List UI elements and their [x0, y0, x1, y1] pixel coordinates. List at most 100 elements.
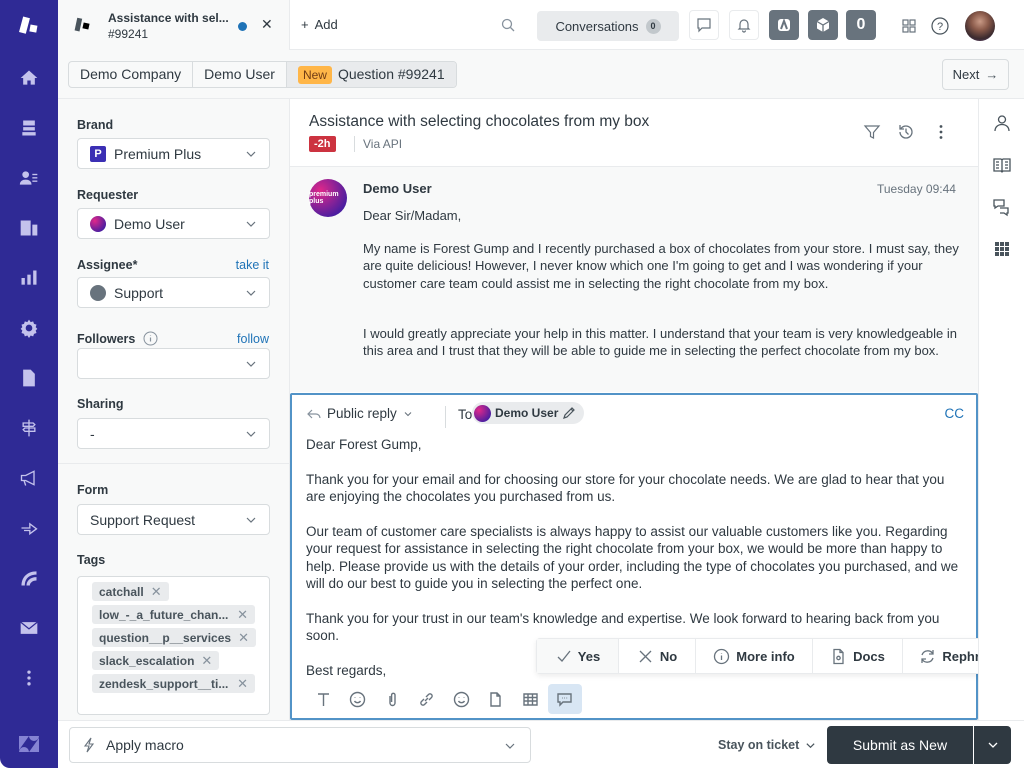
text-format-button[interactable]	[306, 684, 341, 714]
chevron-down-icon	[806, 742, 815, 748]
submit-options-button[interactable]	[974, 726, 1011, 764]
edit-pencil-icon[interactable]	[562, 406, 576, 420]
conversations-count: 0	[645, 18, 661, 34]
docs-button[interactable]: Docs	[813, 639, 903, 673]
assignee-select[interactable]: Support	[77, 277, 270, 308]
close-tab-icon[interactable]: ✕	[261, 16, 273, 33]
sharing-select[interactable]: -	[77, 418, 270, 449]
message-author[interactable]: Demo User	[363, 181, 432, 196]
settings-gear-icon[interactable]	[17, 316, 41, 340]
filter-icon[interactable]	[863, 123, 881, 141]
apply-macro-select[interactable]: Apply macro	[69, 727, 531, 763]
remove-tag-icon[interactable]: ✕	[238, 630, 249, 646]
followers-select[interactable]	[77, 348, 270, 379]
link-button[interactable]	[410, 684, 445, 714]
ticket-footer: Apply macro Stay on ticket Submit as New	[58, 720, 1024, 768]
app-counter-badge[interactable]: 0	[846, 10, 876, 40]
stay-on-ticket-dropdown[interactable]: Stay on ticket	[718, 738, 816, 752]
attach-button[interactable]	[375, 684, 410, 714]
emoji-reaction-button[interactable]	[444, 684, 479, 714]
no-button[interactable]: No	[619, 639, 696, 673]
customers-icon[interactable]	[17, 166, 41, 190]
knowledge-book-icon[interactable]	[992, 155, 1012, 175]
organizations-icon[interactable]	[17, 216, 41, 240]
breadcrumb: Demo Company Demo User New Question #992…	[68, 61, 457, 88]
zendesk-logo-icon[interactable]	[17, 14, 41, 38]
tag: catchall ✕	[92, 582, 169, 601]
remove-tag-icon[interactable]: ✕	[151, 584, 162, 600]
megaphone-icon[interactable]	[17, 466, 41, 490]
talk-signal-icon[interactable]	[17, 566, 41, 590]
help-icon[interactable]: ?	[931, 17, 949, 35]
remove-tag-icon[interactable]: ✕	[237, 607, 248, 623]
info-icon	[714, 648, 730, 664]
requester-select[interactable]: Demo User	[77, 208, 270, 239]
svg-text:?: ?	[937, 21, 943, 33]
ticket-subject[interactable]: Assistance with selecting chocolates fro…	[309, 113, 649, 131]
forward-arrow-icon[interactable]	[17, 516, 41, 540]
reporting-icon[interactable]	[17, 266, 41, 290]
apps-grid-icon[interactable]	[992, 239, 1012, 259]
chevron-down-icon	[246, 517, 256, 523]
primary-nav	[0, 0, 58, 768]
brand-select[interactable]: P Premium Plus	[77, 138, 270, 169]
group-icon	[90, 284, 106, 301]
chat-bubble-icon	[697, 18, 711, 33]
x-icon	[639, 650, 652, 662]
submit-button[interactable]: Submit as New	[827, 726, 973, 764]
home-icon[interactable]	[17, 66, 41, 90]
arrow-right-icon: →	[985, 67, 999, 82]
yes-button[interactable]: Yes	[537, 639, 619, 673]
breadcrumb-ticket[interactable]: New Question #99241	[286, 62, 456, 87]
zendesk-brand-icon	[17, 732, 41, 756]
cc-button[interactable]: CC	[945, 406, 965, 421]
chevron-down-icon	[246, 431, 256, 437]
lightning-icon	[83, 737, 95, 753]
document-icon[interactable]	[17, 366, 41, 390]
more-options-icon[interactable]	[932, 123, 950, 141]
next-ticket-button[interactable]: Next →	[942, 59, 1009, 90]
chat-button[interactable]	[689, 10, 719, 40]
remove-tag-icon[interactable]: ✕	[201, 653, 212, 669]
more-info-button[interactable]: More info	[696, 639, 813, 673]
conversations-button[interactable]: Conversations 0	[537, 11, 679, 41]
take-it-link[interactable]: take it	[236, 258, 269, 272]
breadcrumb-requester[interactable]: Demo User	[193, 62, 287, 87]
customer-context-icon[interactable]	[992, 113, 1012, 133]
signpost-icon[interactable]	[17, 416, 41, 440]
reply-type-dropdown[interactable]: Public reply	[307, 406, 413, 421]
breadcrumb-organization[interactable]: Demo Company	[69, 62, 194, 87]
tags-input[interactable]: catchall ✕ low_-_a_future_chan... ✕ questi…	[77, 576, 270, 715]
history-icon[interactable]	[897, 123, 915, 141]
views-icon[interactable]	[17, 116, 41, 140]
mail-icon[interactable]	[17, 616, 41, 640]
breadcrumb-ticket-label: Question #99241	[337, 66, 445, 82]
form-select[interactable]: Support Request	[77, 504, 270, 535]
search-icon[interactable]	[501, 18, 515, 32]
app-a-button[interactable]	[769, 10, 799, 40]
side-conversations-icon[interactable]	[992, 197, 1012, 217]
notifications-button[interactable]	[729, 10, 759, 40]
paperclip-icon	[389, 692, 396, 706]
recipient-chip[interactable]: Demo User	[472, 402, 585, 424]
app-a-icon	[778, 18, 790, 31]
refresh-icon	[921, 649, 935, 663]
product-tray-icon[interactable]	[902, 19, 916, 33]
chevron-down-icon	[246, 151, 256, 157]
user-avatar[interactable]	[965, 11, 995, 41]
add-tab-button[interactable]: + Add	[301, 17, 338, 32]
remove-tag-icon[interactable]: ✕	[237, 676, 248, 692]
more-apps-icon[interactable]	[17, 666, 41, 690]
ai-assist-button[interactable]	[547, 684, 582, 714]
channel-label: Via API	[354, 136, 402, 152]
knowledge-button[interactable]	[479, 684, 514, 714]
table-button[interactable]	[513, 684, 548, 714]
reply-paragraph: Our team of customer care specialists is…	[306, 524, 959, 592]
reply-paragraph: Thank you for your email and for choosin…	[306, 472, 945, 505]
info-icon[interactable]	[143, 331, 158, 346]
ticket-tab[interactable]: Assistance with sel... #99241 ✕	[58, 0, 290, 50]
follow-link[interactable]: follow	[237, 332, 269, 346]
emoji-button[interactable]	[341, 684, 376, 714]
app-cube-button[interactable]	[808, 10, 838, 40]
requester-label: Requester	[77, 188, 139, 202]
